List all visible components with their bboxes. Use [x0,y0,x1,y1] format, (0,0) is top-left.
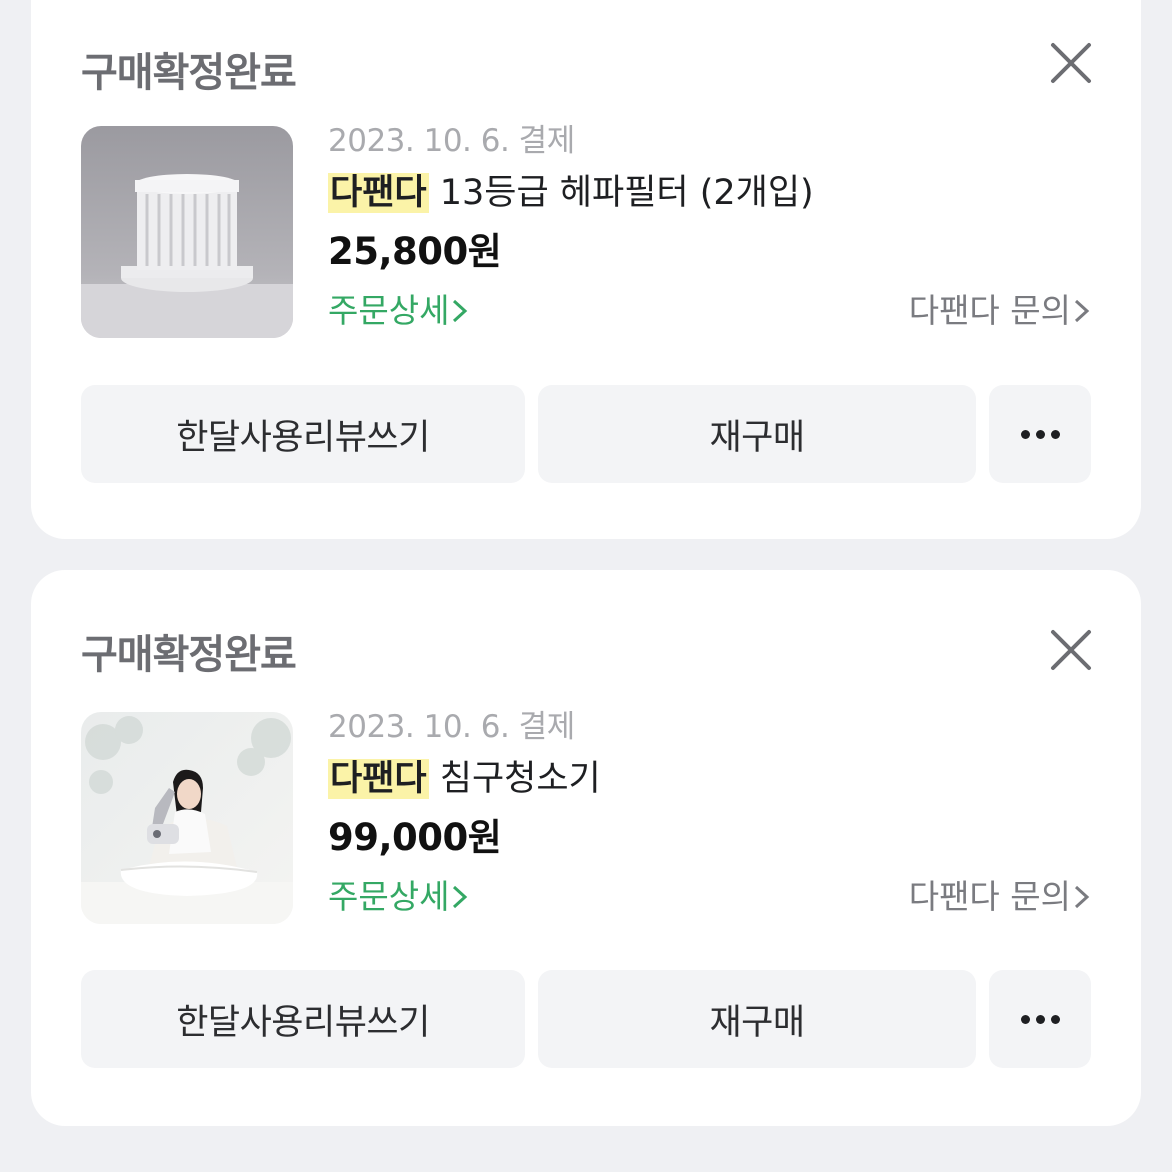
seller-inquiry-label: 다팬다 문의 [908,291,1071,330]
product-price: 99,000원 [328,816,502,859]
seller-inquiry-link[interactable]: 다팬다 문의 [909,868,1091,926]
write-review-button[interactable]: 한달사용리뷰쓰기 [81,970,525,1068]
order-detail-label: 주문상세 [328,291,450,330]
brand-name: 다팬다 [328,173,429,213]
rebuy-button[interactable]: 재구매 [538,970,976,1068]
write-review-button[interactable]: 한달사용리뷰쓰기 [81,385,525,483]
product-image[interactable] [81,126,293,338]
order-status: 구매확정완료 [81,632,297,678]
product-name: 13등급 헤파필터 (2개입) [439,173,814,213]
seller-inquiry-label: 다팬다 문의 [908,877,1071,916]
product-name: 침구청소기 [439,759,601,799]
close-icon[interactable] [1047,39,1095,87]
product-image[interactable] [81,712,293,924]
chevron-right-icon [449,291,469,330]
brand-name: 다팬다 [328,759,429,799]
more-dots-icon [1020,1014,1060,1024]
order-info: 2023. 10. 6. 결제 다팬다 침구청소기 99,000원 주문상세 다… [328,704,1091,926]
product-price: 25,800원 [328,230,502,273]
payment-date: 2023. 10. 6. 결제 [328,123,575,159]
chevron-right-icon [1071,291,1091,330]
order-detail-label: 주문상세 [328,877,450,916]
more-options-button[interactable] [989,970,1091,1068]
rebuy-button[interactable]: 재구매 [538,385,976,483]
more-options-button[interactable] [989,385,1091,483]
order-detail-link[interactable]: 주문상세 [328,877,469,916]
order-card: 구매확정완료 2023. 10. 6. 결제 다팬다 13등급 헤파필터 (2개… [31,0,1141,539]
order-detail-link[interactable]: 주문상세 [328,291,469,330]
order-info: 2023. 10. 6. 결제 다팬다 13등급 헤파필터 (2개입) 25,8… [328,118,1091,340]
payment-date: 2023. 10. 6. 결제 [328,709,575,745]
seller-inquiry-link[interactable]: 다팬다 문의 [909,282,1091,340]
more-dots-icon [1020,429,1060,439]
order-card: 구매확정완료 2023. 10. 6. 결제 다팬다 침구청소기 99,000원… [31,570,1141,1126]
chevron-right-icon [449,877,469,916]
product-title[interactable]: 다팬다 13등급 헤파필터 (2개입) [328,164,1091,222]
close-icon[interactable] [1047,626,1095,674]
chevron-right-icon [1071,877,1091,916]
product-title[interactable]: 다팬다 침구청소기 [328,750,1091,808]
order-status: 구매확정완료 [81,50,297,96]
